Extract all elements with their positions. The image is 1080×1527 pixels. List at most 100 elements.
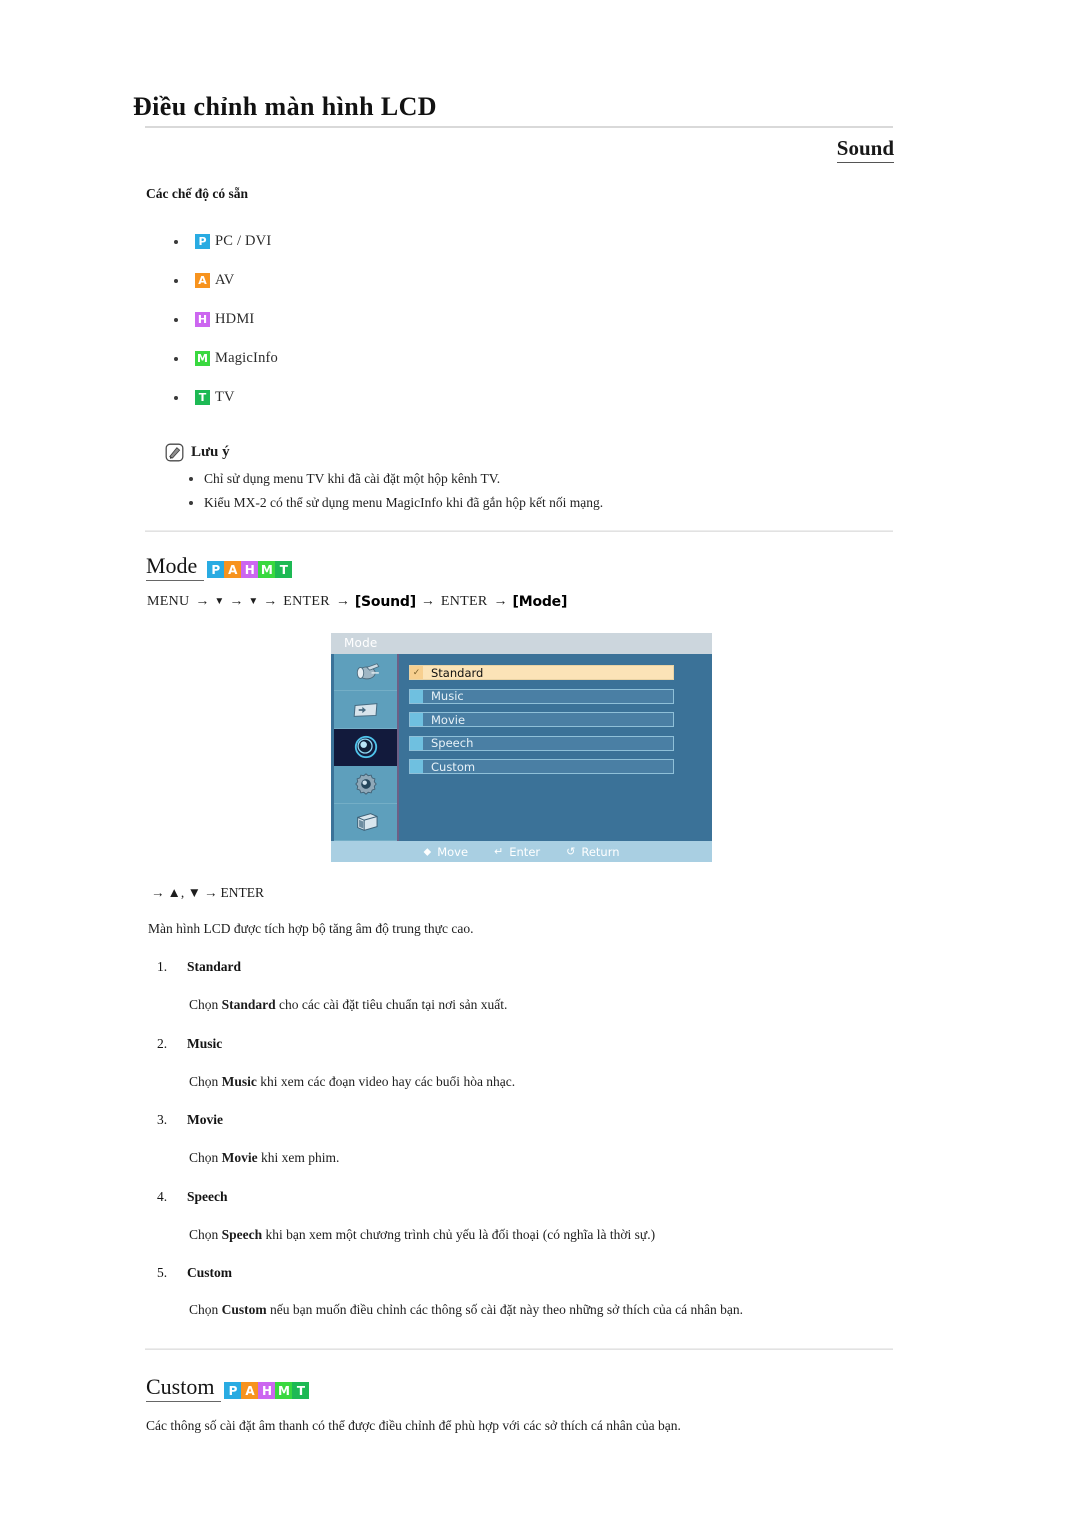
badge-m-icon: M bbox=[258, 561, 276, 578]
arrow-icon: → bbox=[204, 885, 218, 900]
document-page: Điều chỉnh màn hình LCD Sound Các chế độ… bbox=[0, 0, 1080, 1527]
item-description-standard: Chọn Standard cho các cài đặt tiêu chuẩn… bbox=[189, 997, 507, 1013]
menu-path-mode-key: [Mode] bbox=[512, 594, 568, 610]
desc-bold: Movie bbox=[221, 1150, 258, 1165]
osd-row-standard[interactable]: ✓ Standard bbox=[409, 665, 674, 680]
item-title: Speech bbox=[187, 1189, 228, 1204]
item-title: Custom bbox=[187, 1265, 233, 1280]
osd-body: ✓ Standard Music Movie Speech Custom bbox=[331, 654, 712, 841]
item-number: 2. bbox=[157, 1036, 168, 1051]
mode-label: HDMI bbox=[215, 311, 255, 327]
osd-row-music[interactable]: Music bbox=[409, 688, 674, 704]
osd-row-label: Standard bbox=[431, 665, 484, 680]
badge-p-icon: P bbox=[195, 234, 210, 249]
desc-post: cho các cài đặt tiêu chuẩn tại nơi sản x… bbox=[275, 997, 508, 1012]
mode-heading: Mode P A H M T bbox=[146, 553, 293, 581]
item-description-speech: Chọn Speech khi bạn xem một chương trình… bbox=[189, 1227, 655, 1243]
note-header: Lưu ý bbox=[165, 441, 785, 463]
swatch-icon bbox=[410, 689, 423, 703]
caret-down-icon: ▼ bbox=[214, 595, 225, 607]
osd-sidebar-item-multicontrol[interactable] bbox=[334, 804, 397, 841]
multi-control-icon bbox=[356, 812, 378, 831]
enter-key-icon: ↵ bbox=[494, 845, 504, 858]
badge-t-icon: T bbox=[292, 1382, 310, 1399]
osd-row-speech[interactable]: Speech bbox=[409, 735, 674, 751]
arrow-icon: → bbox=[229, 594, 244, 609]
osd-footer-move-label: Move bbox=[437, 844, 469, 859]
bullet-icon bbox=[189, 477, 193, 481]
intro-paragraph: Màn hình LCD được tích hợp bộ tăng âm độ… bbox=[148, 921, 474, 936]
bullet-icon bbox=[189, 501, 193, 506]
desc-bold: Custom bbox=[221, 1302, 267, 1317]
osd-sidebar-item-source[interactable] bbox=[334, 691, 397, 729]
menu-path-enter: ENTER bbox=[283, 594, 330, 609]
osd-row-custom[interactable]: Custom bbox=[409, 759, 674, 775]
badge-p-icon: P bbox=[207, 561, 225, 578]
desc-bold: Music bbox=[221, 1074, 257, 1089]
move-updown-icon: ⬥ bbox=[423, 845, 432, 858]
item-title: Standard bbox=[187, 959, 242, 974]
mode-label: PC / DVI bbox=[215, 233, 272, 249]
list-item-music: 2. Music bbox=[157, 1036, 222, 1052]
section-divider bbox=[145, 1348, 893, 1350]
desc-bold: Speech bbox=[221, 1227, 263, 1242]
note-pencil-icon bbox=[165, 443, 184, 461]
list-item-movie: 3. Movie bbox=[157, 1112, 223, 1128]
arrow-icon: → bbox=[151, 885, 165, 900]
menu-path-sound-key: [Sound] bbox=[354, 594, 416, 610]
desc-pre: Chọn bbox=[189, 1074, 222, 1089]
note-items: Chỉ sử dụng menu TV khi đã cài đặt một h… bbox=[165, 470, 785, 512]
arrow-icon: → bbox=[335, 594, 350, 609]
badge-p-icon: P bbox=[224, 1382, 242, 1399]
list-item-custom: 5. Custom bbox=[157, 1265, 232, 1281]
osd-sidebar-item-sound[interactable] bbox=[334, 728, 397, 767]
list-item: A AV bbox=[150, 261, 650, 300]
check-icon: ✓ bbox=[410, 666, 423, 679]
item-number: 1. bbox=[157, 959, 168, 974]
caret-up-icon: ▲ bbox=[167, 885, 181, 900]
list-item: H HDMI bbox=[150, 300, 650, 339]
available-modes-list: P PC / DVI A AV H HDMI M MagicInfo T TV bbox=[150, 222, 650, 417]
badge-t-icon: T bbox=[275, 561, 293, 578]
osd-title-bar: Mode bbox=[331, 633, 712, 654]
list-item: Kiểu MX-2 có thể sử dụng menu MagicInfo … bbox=[189, 494, 785, 512]
custom-badge-strip: P A H M T bbox=[224, 1382, 310, 1399]
title-divider bbox=[145, 126, 893, 128]
sound-icon bbox=[354, 735, 377, 759]
bullet-icon bbox=[174, 356, 178, 361]
desc-pre: Chọn bbox=[189, 1227, 222, 1242]
note-title: Lưu ý bbox=[191, 443, 230, 460]
mode-heading-label: Mode bbox=[146, 553, 205, 581]
menu-path-menu: MENU bbox=[147, 594, 190, 609]
badge-a-icon: A bbox=[224, 561, 242, 578]
desc-pre: Chọn bbox=[189, 1302, 222, 1317]
badge-a-icon: A bbox=[241, 1382, 259, 1399]
swatch-icon bbox=[410, 736, 423, 750]
osd-footer-enter-label: Enter bbox=[509, 844, 541, 859]
list-item: M MagicInfo bbox=[150, 339, 650, 378]
mode-badge-strip: P A H M T bbox=[207, 561, 293, 578]
page-title: Điều chỉnh màn hình LCD bbox=[133, 92, 437, 121]
badge-m-icon: M bbox=[275, 1382, 293, 1399]
swatch-icon bbox=[410, 760, 423, 774]
note-text: Chỉ sử dụng menu TV khi đã cài đặt một h… bbox=[204, 471, 501, 486]
osd-row-movie[interactable]: Movie bbox=[409, 712, 674, 728]
osd-sidebar-item-setup[interactable] bbox=[334, 766, 397, 804]
item-number: 3. bbox=[157, 1112, 168, 1127]
item-number: 4. bbox=[157, 1189, 168, 1204]
osd-footer-return: ↺ Return bbox=[566, 845, 619, 859]
nav-hint-line: → ▲, ▼ → ENTER bbox=[148, 885, 264, 901]
desc-pre: Chọn bbox=[189, 1150, 222, 1165]
list-item: Chỉ sử dụng menu TV khi đã cài đặt một h… bbox=[189, 470, 785, 488]
osd-footer-enter: ↵ Enter bbox=[494, 845, 540, 859]
osd-sidebar-item-picture[interactable] bbox=[334, 654, 397, 692]
arrow-icon: → bbox=[493, 594, 508, 609]
desc-post: khi xem các đoạn video hay các buổi hòa … bbox=[256, 1074, 516, 1089]
osd-row-label: Movie bbox=[431, 712, 466, 727]
item-number: 5. bbox=[157, 1265, 168, 1280]
list-item-standard: 1. Standard bbox=[157, 959, 241, 975]
swatch-icon bbox=[410, 713, 423, 727]
osd-sidebar bbox=[334, 654, 399, 841]
note-text: Kiểu MX-2 có thể sử dụng menu MagicInfo … bbox=[204, 495, 604, 511]
item-description-movie: Chọn Movie khi xem phim. bbox=[189, 1150, 339, 1166]
